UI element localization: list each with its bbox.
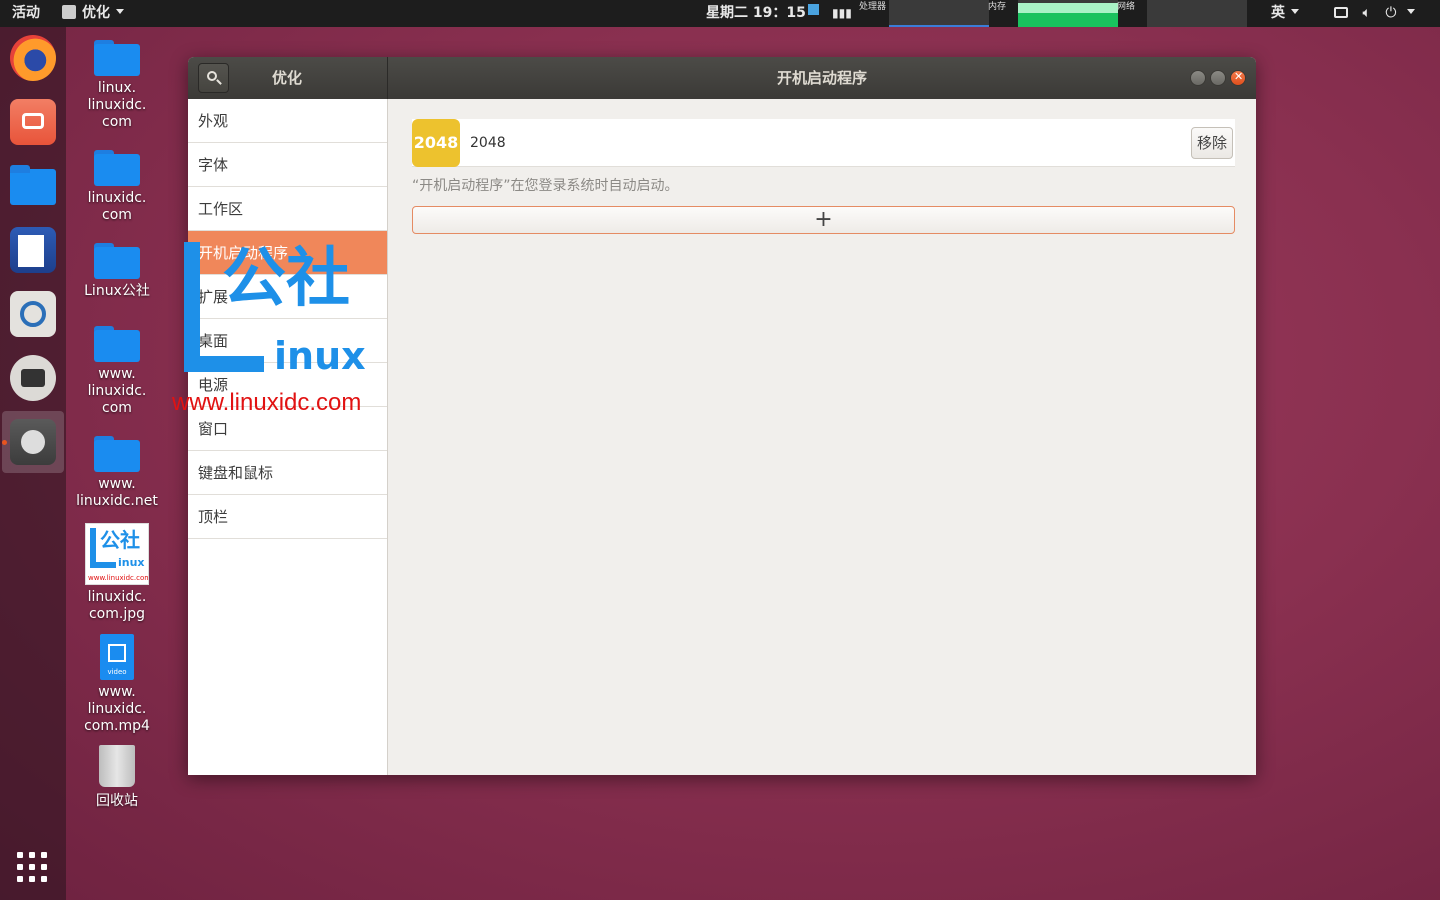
close-icon: ✕ [1234,70,1244,83]
thumb-sub-text: inux [118,556,145,569]
sidebar-item-startup-applications[interactable]: 开机启动程序 [188,231,387,275]
desktop-item[interactable]: video www. linuxidc. com.mp4 [74,634,160,735]
folder-icon [94,150,140,186]
camera-icon[interactable] [10,355,56,401]
desktop-item[interactable]: www. linuxidc. com [74,326,160,417]
cpu-monitor[interactable]: 处理器 [859,0,989,27]
trash-icon [99,745,135,787]
sidebar-item-top-bar[interactable]: 顶栏 [188,495,387,539]
folder-icon [94,40,140,76]
sidebar: 外观 字体 工作区 开机启动程序 扩展 桌面 电源 窗口 键盘和鼠标 顶栏 [188,99,388,775]
volume-icon: 🔈︎ [1362,5,1371,21]
folder-icon [94,326,140,362]
sidebar-header: 优化 [188,57,388,99]
system-monitor-icon[interactable]: ▮▮▮ [832,0,852,27]
desktop-item[interactable]: linux. linuxidc. com [74,40,160,131]
sidebar-item-power[interactable]: 电源 [188,363,387,407]
app-menu-label: 优化 [82,5,110,21]
running-indicator [2,440,7,445]
tweaks-window: 优化 开机启动程序 ✕ 外观 字体 工作区 开机启动程序 扩展 桌面 电源 窗口… [188,57,1256,775]
thumb-brand-text: 公社 [100,528,140,552]
input-method-label: 英 [1271,5,1285,21]
files-icon[interactable] [10,163,56,209]
calendar-indicator-icon [807,4,819,15]
writer-icon[interactable] [10,227,56,273]
maximize-button[interactable] [1210,70,1226,86]
desktop-item-label: www. linuxidc. com [87,366,147,416]
sidebar-item-windows[interactable]: 窗口 [188,407,387,451]
network-monitor-label: 网络 [1117,2,1136,12]
memory-graph-cache [1018,3,1118,13]
desktop-item-label: linux. linuxidc. com [87,80,147,130]
tweaks-icon[interactable] [10,419,56,465]
remove-button[interactable]: 移除 [1191,127,1233,159]
app-2048-icon: 2048 [412,119,460,167]
desktop-item-label: www. linuxidc.net [76,476,158,509]
cpu-monitor-label: 处理器 [859,2,887,12]
show-applications-icon[interactable] [17,852,49,884]
desktop-item-label: linuxidc. com [87,190,147,223]
memory-monitor[interactable]: 内存 [988,0,1118,27]
startup-applications-panel: 2048 2048 移除 “开机启动程序”在您登录系统时自动启动。 + [389,99,1256,775]
add-startup-app-button[interactable]: + [412,206,1235,234]
firefox-icon[interactable] [10,35,56,81]
software-center-icon[interactable] [10,291,56,337]
network-monitor[interactable]: 网络 [1117,0,1247,27]
clock-label: 星期二 19：15 [706,5,806,21]
video-file-icon: video [100,634,134,680]
sidebar-item-desktop[interactable]: 桌面 [188,319,387,363]
chevron-down-icon [1406,9,1415,14]
clock[interactable]: 星期二 19：15 [706,0,819,27]
video-caption: video [107,668,127,676]
chevron-down-icon [116,9,124,14]
sidebar-item-extensions[interactable]: 扩展 [188,275,387,319]
desktop-item[interactable]: 回收站 [74,745,160,810]
startup-app-row[interactable]: 2048 2048 移除 [412,119,1235,167]
power-icon: ⏻ [1385,5,1397,21]
activities-button[interactable]: 活动 [12,0,40,27]
minimize-button[interactable] [1190,70,1206,86]
desktop-item[interactable]: linuxidc. com [74,150,160,224]
desktop-item[interactable]: www. linuxidc.net [74,436,160,510]
startup-app-name: 2048 [470,135,506,151]
folder-icon [94,436,140,472]
memory-monitor-label: 内存 [988,2,1007,12]
desktop-item-label: linuxidc. com.jpg [87,589,147,622]
cpu-graph [889,25,989,27]
title-bar[interactable]: 优化 开机启动程序 ✕ [188,57,1256,99]
sidebar-item-fonts[interactable]: 字体 [188,143,387,187]
desktop-item[interactable]: 公社 inux www.linuxidc.com linuxidc. com.j… [74,523,160,623]
thumb-url-text: www.linuxidc.com [88,574,149,582]
desktop-item-label: 回收站 [96,793,138,809]
image-thumbnail-icon: 公社 inux www.linuxidc.com [85,523,149,585]
desktop-item[interactable]: Linux公社 [74,243,160,300]
chevron-down-icon [1291,9,1299,14]
sidebar-item-appearance[interactable]: 外观 [188,99,387,143]
app-menu-button[interactable]: 优化 [62,0,124,27]
close-button[interactable]: ✕ [1230,70,1246,86]
desktop-item-label: Linux公社 [84,283,150,299]
startup-hint: “开机启动程序”在您登录系统时自动启动。 [412,178,679,194]
screen-icon [1334,7,1348,18]
tweaks-app-icon [62,5,76,19]
top-bar: 活动 优化 星期二 19：15 ▮▮▮ 处理器 内存 网络 英 🔈︎ ⏻ [0,0,1440,27]
sidebar-item-workspaces[interactable]: 工作区 [188,187,387,231]
input-method-menu[interactable]: 英 [1271,0,1299,27]
desktop-item-label: www. linuxidc. com.mp4 [84,684,150,734]
window-title: 开机启动程序 [776,69,867,87]
search-button[interactable] [198,63,229,93]
folder-icon [94,243,140,279]
system-menu[interactable]: 🔈︎ ⏻ [1334,0,1415,27]
screenshot-app-icon[interactable] [10,99,56,145]
dock [0,27,66,900]
sidebar-item-keyboard-mouse[interactable]: 键盘和鼠标 [188,451,387,495]
sidebar-title: 优化 [272,69,303,87]
